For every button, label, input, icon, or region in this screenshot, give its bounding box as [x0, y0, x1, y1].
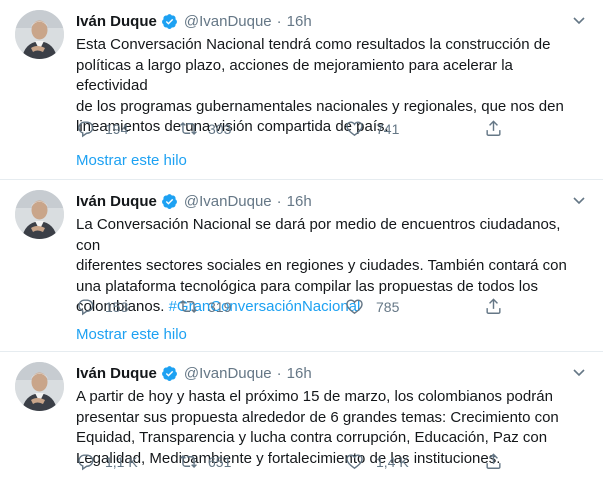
timestamp[interactable]: 16h: [287, 193, 312, 210]
heart-icon: [346, 454, 363, 470]
separator: ·: [276, 364, 282, 382]
verified-badge-icon: [161, 365, 178, 382]
chevron-down-icon[interactable]: [571, 192, 587, 208]
tweet[interactable]: Iván Duque @IvanDuque · 16h La Conversac…: [0, 180, 603, 352]
tweet-text-line: presentar sus propuesta alrededor de 6 g…: [76, 408, 559, 426]
retweet-count: 319: [208, 298, 232, 315]
chevron-down-icon[interactable]: [571, 364, 587, 380]
tweet-text-line: diferentes sectores sociales en regiones…: [76, 257, 567, 274]
retweet-count: 651: [208, 453, 232, 470]
reply-count: 153: [105, 298, 129, 315]
share-button[interactable]: [484, 119, 513, 138]
tweet-header: Iván Duque @IvanDuque · 16h: [76, 362, 591, 384]
tweet-text-line: A partir de hoy y hasta el próximo 15 de…: [76, 388, 553, 405]
timestamp[interactable]: 16h: [287, 13, 312, 30]
avatar[interactable]: [15, 10, 64, 59]
author-handle[interactable]: @IvanDuque: [184, 365, 272, 382]
show-thread-link[interactable]: Mostrar este hilo: [76, 326, 187, 343]
author-handle[interactable]: @IvanDuque: [184, 13, 272, 30]
share-icon: [486, 120, 501, 136]
tweet-header: Iván Duque @IvanDuque · 16h: [76, 190, 591, 212]
tweet-actions: 194 303 741: [76, 119, 516, 139]
tweet-header: Iván Duque @IvanDuque · 16h: [76, 10, 591, 32]
author-name[interactable]: Iván Duque: [76, 13, 157, 30]
reply-icon: [78, 121, 94, 138]
share-button[interactable]: [484, 452, 513, 471]
like-button[interactable]: 1,4 K: [345, 452, 409, 471]
author-handle[interactable]: @IvanDuque: [184, 193, 272, 210]
tweet-actions: 1,1 K 651 1,4 K: [76, 452, 516, 472]
tweet-actions: 153 319 785: [76, 297, 516, 317]
retweet-button[interactable]: 319: [179, 297, 231, 316]
tweet-text-line: Esta Conversación Nacional tendrá como r…: [76, 36, 551, 53]
separator: ·: [276, 192, 282, 210]
avatar[interactable]: [15, 362, 64, 411]
author-name[interactable]: Iván Duque: [76, 193, 157, 210]
like-count: 741: [376, 120, 400, 137]
reply-count: 1,1 K: [105, 453, 138, 470]
show-thread-link[interactable]: Mostrar este hilo: [76, 152, 187, 169]
verified-badge-icon: [161, 193, 178, 210]
like-button[interactable]: 741: [345, 119, 399, 138]
share-button[interactable]: [484, 297, 513, 316]
avatar[interactable]: [15, 190, 64, 239]
reply-count: 194: [105, 120, 129, 137]
chevron-down-icon[interactable]: [571, 12, 587, 28]
retweet-icon: [180, 299, 197, 314]
heart-icon: [346, 121, 363, 137]
retweet-icon: [180, 454, 197, 469]
like-count: 1,4 K: [376, 453, 409, 470]
tweet[interactable]: Iván Duque @IvanDuque · 16h Esta Convers…: [0, 0, 603, 180]
timestamp[interactable]: 16h: [287, 365, 312, 382]
share-icon: [486, 298, 501, 314]
tweet-text-line: una plataforma tecnológica para compilar…: [76, 277, 538, 295]
reply-icon: [78, 454, 94, 471]
reply-button[interactable]: 153: [76, 297, 128, 316]
reply-button[interactable]: 194: [76, 119, 128, 138]
separator: ·: [276, 12, 282, 30]
reply-button[interactable]: 1,1 K: [76, 452, 138, 471]
share-icon: [486, 453, 501, 469]
tweet-text-line: de los programas gubernamentales naciona…: [76, 97, 564, 115]
tweet-text-line: políticas a largo plazo, acciones de mej…: [76, 56, 513, 95]
retweet-count: 303: [208, 120, 232, 137]
timeline-feed: Iván Duque @IvanDuque · 16h Esta Convers…: [0, 0, 603, 492]
tweet-text-line: Equidad, Transparencia y lucha contra co…: [76, 429, 548, 446]
tweet-text-line: La Conversación Nacional se dará por med…: [76, 216, 561, 254]
heart-icon: [346, 299, 363, 315]
like-count: 785: [376, 298, 400, 315]
verified-badge-icon: [161, 13, 178, 30]
author-name[interactable]: Iván Duque: [76, 365, 157, 382]
retweet-button[interactable]: 651: [179, 452, 231, 471]
like-button[interactable]: 785: [345, 297, 399, 316]
reply-icon: [78, 299, 94, 316]
tweet[interactable]: Iván Duque @IvanDuque · 16h A partir de …: [0, 352, 603, 492]
retweet-button[interactable]: 303: [179, 119, 231, 138]
retweet-icon: [180, 121, 197, 136]
